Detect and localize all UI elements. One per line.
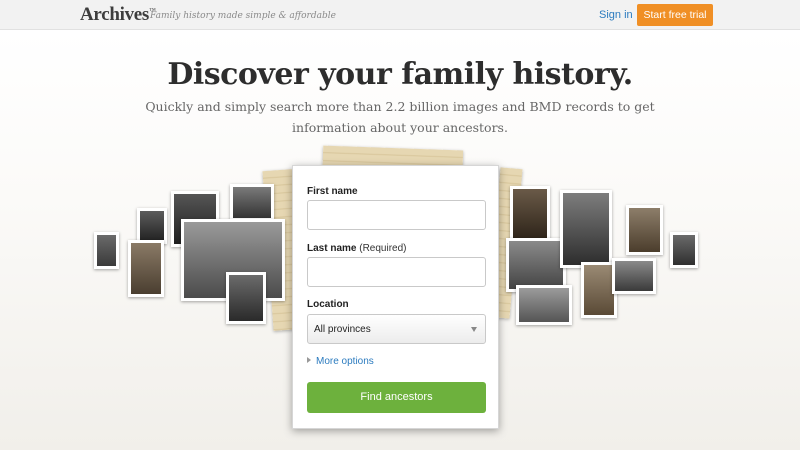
last-name-label: Last name (Required) [307,243,407,254]
historic-photo [510,186,550,242]
historic-photo [94,232,119,269]
dropdown-arrow-icon [471,327,477,332]
find-ancestors-button[interactable]: Find ancestors [307,382,486,413]
historic-photo [128,240,164,297]
logo-text: Archives [80,4,150,25]
location-selected-value: All provinces [314,324,371,335]
historic-photo [670,232,698,268]
search-form: First name Last name (Required) Location… [292,165,499,429]
first-name-input[interactable] [307,200,486,230]
historic-photo [612,258,656,294]
location-label: Location [307,299,349,310]
required-note: (Required) [359,243,407,254]
historic-photo [626,205,663,255]
page-subtitle: Quickly and simply search more than 2.2 … [145,99,655,135]
first-name-label: First name [307,186,358,197]
expand-triangle-icon [307,357,311,363]
more-options-toggle[interactable]: More options [307,356,374,367]
last-name-input[interactable] [307,257,486,287]
historic-photo [226,272,266,324]
historic-photo [230,184,274,221]
sign-in-link[interactable]: Sign in [599,9,633,21]
page-title: Discover your family history. [167,57,633,92]
more-options-label: More options [316,356,374,367]
location-select[interactable]: All provinces [307,314,486,344]
last-name-label-text: Last name [307,243,357,254]
historic-photo [506,238,566,292]
top-bar: Archives™ Family history made simple & a… [0,0,800,30]
historic-photo [516,285,572,325]
tagline: Family history made simple & affordable [150,11,336,21]
historic-photo [137,208,167,244]
start-free-trial-button[interactable]: Start free trial [637,4,713,26]
logo[interactable]: Archives™ [80,4,156,26]
historic-photo [560,190,612,268]
